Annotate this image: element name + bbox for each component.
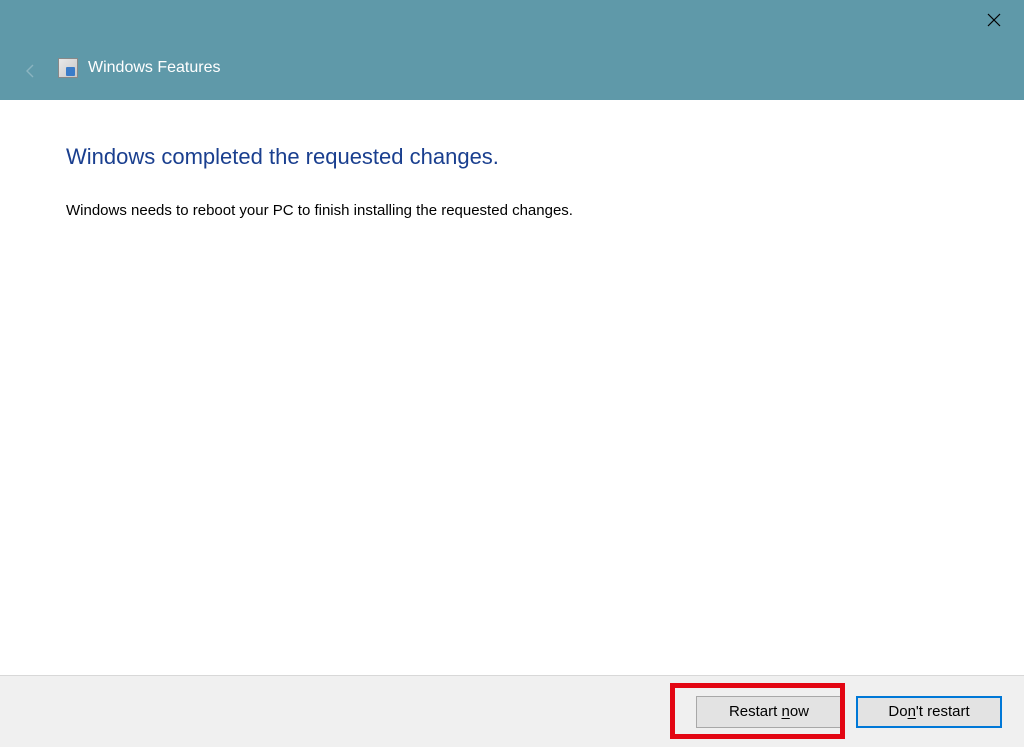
close-icon: [987, 10, 1001, 32]
dont-restart-button[interactable]: Don't restart: [856, 696, 1002, 728]
title-area: Windows Features: [58, 58, 221, 78]
body-text: Windows needs to reboot your PC to finis…: [66, 200, 958, 221]
back-button[interactable]: [22, 62, 40, 85]
restart-now-button[interactable]: Restart now: [696, 696, 842, 728]
title-bar: Windows Features: [0, 0, 1024, 100]
content-area: Windows completed the requested changes.…: [0, 100, 1024, 675]
button-label: Restart now: [729, 703, 809, 720]
page-heading: Windows completed the requested changes.: [66, 144, 958, 170]
button-bar: Restart now Don't restart: [0, 675, 1024, 747]
button-label: Don't restart: [888, 703, 969, 720]
close-button[interactable]: [978, 8, 1010, 34]
back-arrow-icon: [22, 64, 40, 84]
window-title: Windows Features: [88, 59, 221, 77]
windows-features-icon: [58, 58, 78, 78]
